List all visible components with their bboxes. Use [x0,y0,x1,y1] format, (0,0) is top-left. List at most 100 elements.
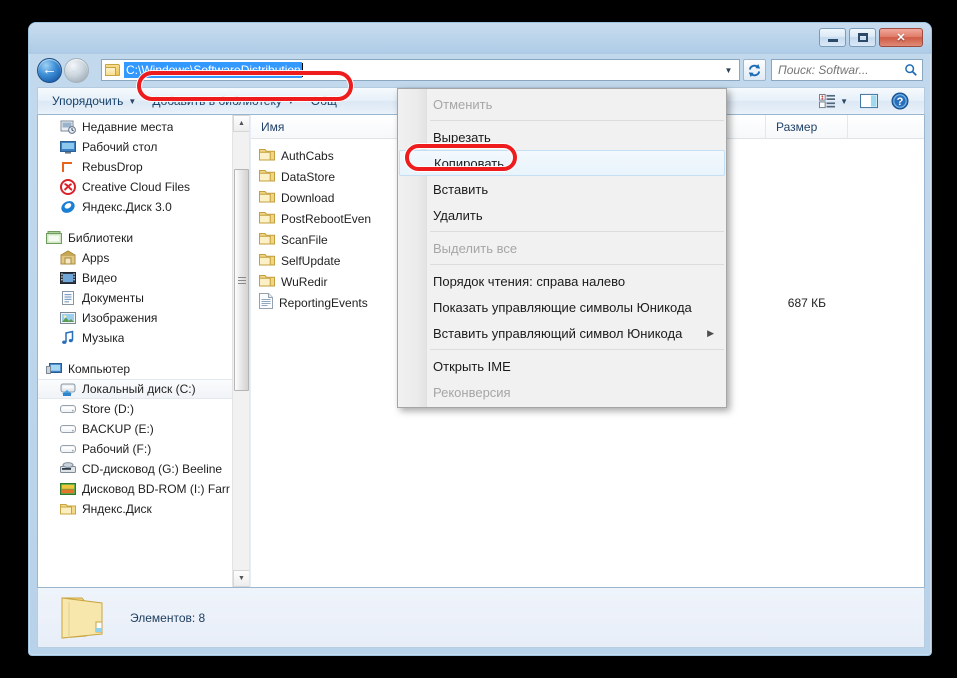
status-bar: Элементов: 8 [37,588,925,648]
organize-label: Упорядочить [52,94,123,108]
menu-item-копировать[interactable]: Копировать [399,150,725,176]
address-bar-row: ← → C:\Windows\SoftwareDistribution ▼ [29,54,931,86]
navigation-pane[interactable]: Недавние местаРабочий стол RebusDrop Creat… [38,115,249,587]
title-bar[interactable]: ✕ [29,23,931,54]
sidebar-item-видео[interactable]: Видео [38,268,249,288]
sidebar-item-backup-e-[interactable]: BACKUP (E:) [38,419,249,439]
sidebar-item-локальный-диск-c-[interactable]: Локальный диск (C:) [38,379,249,399]
maximize-button[interactable] [849,28,876,47]
sidebar-item-недавние-места[interactable]: Недавние места [38,117,249,137]
column-header-size[interactable]: Размер [766,115,848,138]
sidebar-item-рабочий-f-[interactable]: Рабочий (F:) [38,439,249,459]
scroll-up-arrow-icon[interactable]: ▲ [233,115,249,132]
add-to-library-button[interactable]: Добавить в библиотеку ▼ [144,91,302,111]
menu-item-label: Показать управляющие символы Юникода [433,300,692,315]
menu-item-вырезать[interactable]: Вырезать [398,124,726,150]
text-caret [302,63,303,77]
scrollbar-thumb[interactable] [234,169,249,391]
menu-item-вставить-управляющий-символ-юникода[interactable]: Вставить управляющий символ Юникода▶ [398,320,726,346]
context-menu[interactable]: Отменить ВырезатьКопировать Вставить Удалит… [397,88,727,408]
explorer-window: ✕ ← → C:\Windows\SoftwareDistribution ▼ [28,22,932,656]
sidebar-item-store-d-[interactable]: Store (D:) [38,399,249,419]
drive-icon [60,441,76,457]
sidebar-item-label: Видео [82,271,117,285]
documents-icon [60,290,76,306]
menu-item-отменить: Отменить [398,91,726,117]
close-button[interactable]: ✕ [879,28,923,47]
change-view-button[interactable]: ▼ [814,92,853,111]
sidebar-item-рабочий-стол[interactable]: Рабочий стол [38,137,249,157]
sidebar-item-изображения[interactable]: Изображения [38,308,249,328]
folder-icon [105,63,121,77]
help-button[interactable]: ? [886,90,914,112]
view-list-icon [819,94,836,109]
folder-icon [259,252,275,270]
menu-item-порядок-чтения-справа-налево[interactable]: Порядок чтения: справа налево [398,268,726,294]
address-bar[interactable]: C:\Windows\SoftwareDistribution ▼ [101,59,740,81]
address-path-text[interactable]: C:\Windows\SoftwareDistribution [124,62,302,78]
sidebar-item-cd-дисковод-g-beeline[interactable]: CD-дисковод (G:) Beeline [38,459,249,479]
add-to-library-label: Добавить в библиотеку [152,94,282,108]
sidebar-item-apps[interactable]: Apps [38,248,249,268]
sidebar-item-label: Библиотеки [68,231,133,245]
menu-item-вставить[interactable]: Вставить [398,176,726,202]
chevron-down-icon[interactable]: ▼ [720,60,737,80]
sidebar-item-библиотеки[interactable]: Библиотеки [38,228,249,248]
rebusdrop-icon [60,159,76,175]
share-button[interactable]: Общ [303,91,345,111]
search-icon [904,63,918,77]
sidebar-item-label: CD-дисковод (G:) Beeline [82,462,222,476]
sidebar-item-компьютер[interactable]: Компьютер [38,359,249,379]
scroll-down-arrow-icon[interactable]: ▼ [233,570,249,587]
chevron-down-icon: ▼ [840,97,848,106]
chevron-down-icon: ▼ [287,97,295,106]
sidebar-item-яндекс-диск-3-0[interactable]: Яндекс.Диск 3.0 [38,197,249,217]
sidebar-item-label: RebusDrop [82,160,143,174]
menu-separator [430,264,724,265]
sidebar-item-label: Компьютер [68,362,130,376]
preview-pane-button[interactable] [855,91,884,111]
sidebar-item-creative-cloud-files[interactable]: Creative Cloud Files [38,177,249,197]
pictures-icon [60,310,76,326]
sidebar-item-label: Дисковод BD-ROM (I:) Farr [82,482,230,496]
sidebar-item-label: Изображения [82,311,157,325]
menu-item-label: Порядок чтения: справа налево [433,274,625,289]
search-input[interactable] [776,62,904,78]
preview-pane-icon [860,93,879,109]
menu-item-показать-управляющие-символы-юникода[interactable]: Показать управляющие символы Юникода [398,294,726,320]
forward-button[interactable]: → [64,58,89,83]
sidebar-item-label: Рабочий (F:) [82,442,151,456]
drive-icon [60,421,76,437]
bd-drive-icon [60,481,76,497]
refresh-icon [747,63,762,78]
menu-item-удалить[interactable]: Удалить [398,202,726,228]
menu-item-выделить-все: Выделить все [398,235,726,261]
sidebar-item-label: Creative Cloud Files [82,180,190,194]
sidebar-item-документы[interactable]: Документы [38,288,249,308]
computer-icon [46,361,62,377]
sidebar-item-музыка[interactable]: Музыка [38,328,249,348]
menu-item-label: Вставить [433,182,488,197]
back-button[interactable]: ← [37,58,62,83]
menu-separator [430,349,724,350]
search-box[interactable] [771,59,923,81]
menu-item-реконверсия: Реконверсия [398,379,726,405]
sidebar-item-яндекс-диск[interactable]: Яндекс.Диск [38,499,249,519]
menu-item-label: Выделить все [433,241,517,256]
folder-icon [259,273,275,291]
file-name-label: DataStore [281,170,335,184]
cd-drive-icon [60,461,76,477]
navigation-scrollbar[interactable]: ▲ ▼ [232,115,249,587]
refresh-button[interactable] [743,59,766,81]
menu-item-label: Вставить управляющий символ Юникода [433,326,682,341]
chevron-down-icon: ▼ [128,97,136,106]
sidebar-item-label: Apps [82,251,109,265]
menu-item-открыть-ime[interactable]: Открыть IME [398,353,726,379]
sidebar-item-дисковод-bd-rom-i-farr[interactable]: Дисковод BD-ROM (I:) Farr [38,479,249,499]
folder-icon [259,231,275,249]
share-label: Общ [311,94,337,108]
minimize-button[interactable] [819,28,846,47]
music-icon [60,330,76,346]
sidebar-item-rebusdrop[interactable]: RebusDrop [38,157,249,177]
organize-button[interactable]: Упорядочить ▼ [44,91,144,111]
